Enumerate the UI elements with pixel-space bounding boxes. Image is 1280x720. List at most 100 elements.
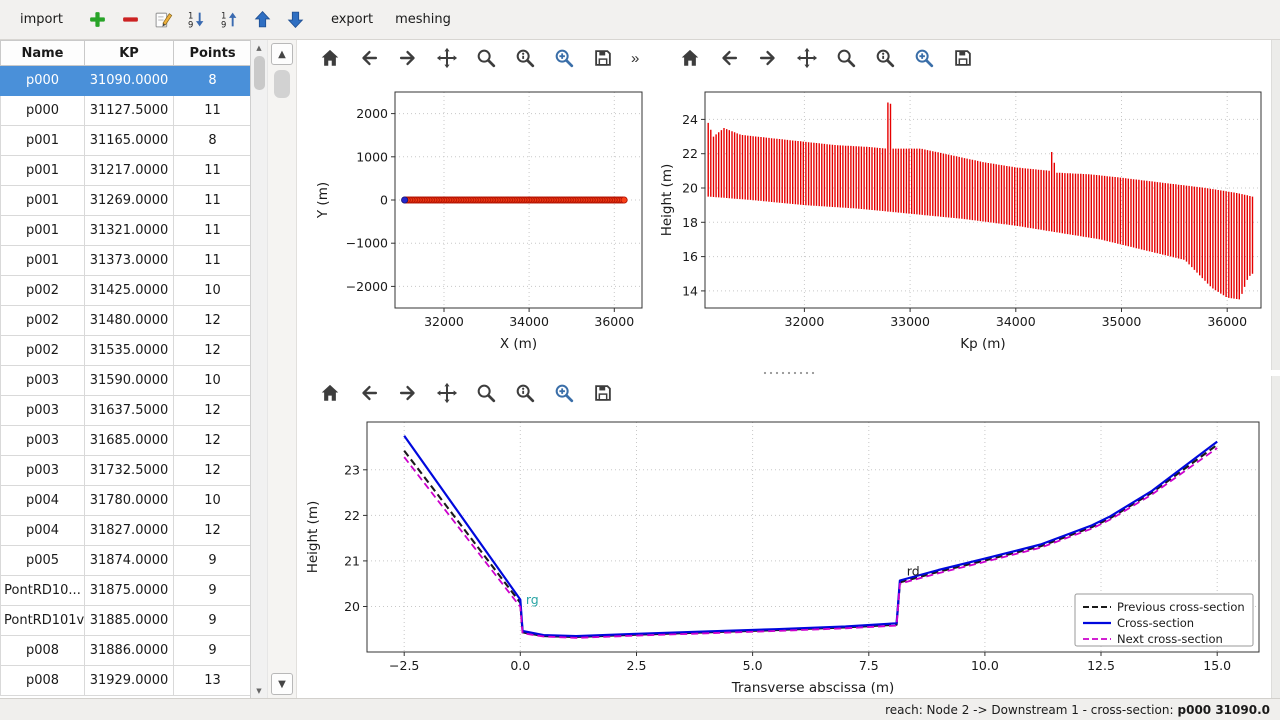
table-row[interactable]: PontRD10...31875.00009 <box>1 576 252 606</box>
table-row[interactable]: p00331590.000010 <box>1 366 252 396</box>
zoom-plus-button[interactable] <box>907 43 941 73</box>
svg-text:0.0: 0.0 <box>510 658 530 673</box>
save-icon <box>592 382 614 404</box>
table-row[interactable]: p00831886.00009 <box>1 636 252 666</box>
cell-points: 13 <box>174 666 252 696</box>
zoom-icon <box>475 47 497 69</box>
table-row[interactable]: p00131165.00008 <box>1 126 252 156</box>
right-dock-handle[interactable] <box>1271 40 1280 370</box>
zoom-info-button[interactable] <box>868 43 902 73</box>
move-down-icon <box>286 10 305 29</box>
table-row[interactable]: p00431780.000010 <box>1 486 252 516</box>
table-row[interactable]: p00331685.000012 <box>1 426 252 456</box>
move-down-button[interactable] <box>283 7 309 33</box>
svg-text:5.0: 5.0 <box>743 658 763 673</box>
table-row[interactable]: p00531874.00009 <box>1 546 252 576</box>
panel-scroll-down-button[interactable]: ▼ <box>271 673 293 695</box>
move-up-icon <box>253 10 272 29</box>
cell-name: PontRD10... <box>1 576 85 606</box>
table-scroll-thumb[interactable] <box>254 56 265 90</box>
zoom-info-button[interactable] <box>508 378 542 408</box>
save-button[interactable] <box>946 43 980 73</box>
longitudinal-profile-chart[interactable]: 3200033000340003500036000Kp (m)141618202… <box>657 76 1269 366</box>
svg-text:20: 20 <box>682 181 698 196</box>
save-button[interactable] <box>586 43 620 73</box>
cell-points: 11 <box>174 186 252 216</box>
save-button[interactable] <box>586 378 620 408</box>
cell-points: 8 <box>174 126 252 156</box>
table-row[interactable]: p00131321.000011 <box>1 216 252 246</box>
column-header-points[interactable]: Points <box>174 41 252 66</box>
column-header-name[interactable]: Name <box>1 41 85 66</box>
panel-scrollbar[interactable]: ▲ ▼ <box>268 40 296 698</box>
table-row[interactable]: p00031090.00008 <box>1 66 252 96</box>
sort-ascending-button[interactable]: 19 <box>184 7 210 33</box>
plan-view-chart[interactable]: 320003400036000X (m)−2000−1000010002000Y… <box>297 76 654 366</box>
meshing-button[interactable]: meshing <box>385 8 461 31</box>
pan-button[interactable] <box>430 378 464 408</box>
back-button[interactable] <box>352 43 386 73</box>
zoom-button[interactable] <box>469 378 503 408</box>
home-icon <box>319 47 341 69</box>
home-button[interactable] <box>673 43 707 73</box>
column-header-kp[interactable]: KP <box>85 41 174 66</box>
add-button[interactable] <box>85 7 111 33</box>
right-dock-handle[interactable] <box>1271 376 1280 698</box>
pan-button[interactable] <box>430 43 464 73</box>
move-up-button[interactable] <box>250 7 276 33</box>
pan-button[interactable] <box>790 43 824 73</box>
zoom-button[interactable] <box>829 43 863 73</box>
cell-kp: 31321.0000 <box>85 216 174 246</box>
forward-button[interactable] <box>391 43 425 73</box>
sections-table[interactable]: NameKPPoints p00031090.00008p00031127.50… <box>0 40 251 698</box>
table-row[interactable]: p00331732.500012 <box>1 456 252 486</box>
import-button[interactable]: import <box>10 8 73 31</box>
legend: Previous cross-sectionCross-sectionNext … <box>1075 594 1253 646</box>
table-row[interactable]: p00331637.500012 <box>1 396 252 426</box>
cell-kp: 31373.0000 <box>85 246 174 276</box>
forward-button[interactable] <box>391 378 425 408</box>
table-scroll-down-button[interactable]: ▼ <box>251 683 267 698</box>
export-button[interactable]: export <box>321 8 383 31</box>
main-area: NameKPPoints p00031090.00008p00031127.50… <box>0 40 1280 698</box>
cell-name: p000 <box>1 66 85 96</box>
panel-scroll-up-button[interactable]: ▲ <box>271 43 293 65</box>
edit-button[interactable] <box>151 7 177 33</box>
table-row[interactable]: p00131217.000011 <box>1 156 252 186</box>
zoom-info-button[interactable] <box>508 43 542 73</box>
table-row[interactable]: p00031127.500011 <box>1 96 252 126</box>
table-row[interactable]: p00231425.000010 <box>1 276 252 306</box>
table-row[interactable]: p00131373.000011 <box>1 246 252 276</box>
back-button[interactable] <box>712 43 746 73</box>
back-button[interactable] <box>352 378 386 408</box>
top-charts-row: » 320003400036000X (m)−2000−100001000200… <box>297 40 1280 370</box>
table-scroll-track[interactable] <box>251 55 267 683</box>
table-row[interactable]: p00131269.000011 <box>1 186 252 216</box>
cross-section-chart[interactable]: −2.50.02.55.07.510.012.515.0Transverse a… <box>297 410 1269 698</box>
zoom-plus-button[interactable] <box>547 378 581 408</box>
forward-button[interactable] <box>751 43 785 73</box>
home-button[interactable] <box>313 378 347 408</box>
zoom-info-icon <box>874 47 896 69</box>
table-row[interactable]: PontRD101v31885.00009 <box>1 606 252 636</box>
remove-button[interactable] <box>118 7 144 33</box>
cell-name: p001 <box>1 186 85 216</box>
table-scroll-up-button[interactable]: ▲ <box>251 40 267 55</box>
profile-panel: 3200033000340003500036000Kp (m)141618202… <box>657 40 1271 370</box>
cell-kp: 31875.0000 <box>85 576 174 606</box>
table-scrollbar[interactable]: ▲ ▼ <box>251 40 268 698</box>
table-row[interactable]: p00231480.000012 <box>1 306 252 336</box>
cell-name: p003 <box>1 396 85 426</box>
cell-kp: 31480.0000 <box>85 306 174 336</box>
toolbar-overflow-button[interactable]: » <box>627 50 643 67</box>
table-row[interactable]: p00831929.000013 <box>1 666 252 696</box>
home-button[interactable] <box>313 43 347 73</box>
table-row[interactable]: p00431827.000012 <box>1 516 252 546</box>
panel-scroll-thumb[interactable] <box>274 70 290 98</box>
sort-descending-button[interactable]: 19 <box>217 7 243 33</box>
table-row[interactable]: p00231535.000012 <box>1 336 252 366</box>
svg-text:9: 9 <box>221 19 226 29</box>
zoom-button[interactable] <box>469 43 503 73</box>
zoom-plus-button[interactable] <box>547 43 581 73</box>
series-upstream-start-point <box>402 197 408 203</box>
